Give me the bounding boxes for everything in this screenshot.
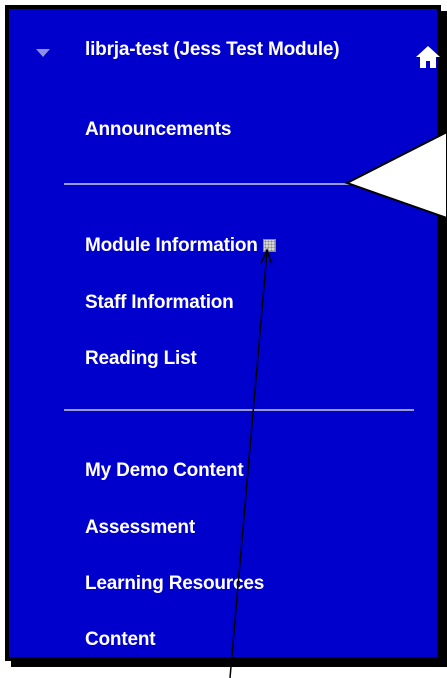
menu-item-learning-resources[interactable]: Learning Resources — [85, 572, 264, 596]
external-link-icon — [262, 239, 276, 252]
menu-item-label: Module Information — [85, 235, 258, 256]
menu-item-assessment[interactable]: Assessment — [85, 516, 195, 540]
menu-item-reading-list[interactable]: Reading List — [85, 347, 197, 371]
menu-item-staff-information[interactable]: Staff Information — [85, 291, 234, 315]
course-menu-panel: librja-test (Jess Test Module) Announcem… — [5, 5, 441, 661]
menu-item-announcements[interactable]: Announcements — [85, 118, 231, 142]
triangle-down-icon[interactable] — [36, 49, 50, 57]
divider — [64, 409, 414, 411]
menu-item-content[interactable]: Content — [85, 628, 156, 652]
home-icon[interactable] — [414, 43, 442, 71]
menu-item-module-information[interactable]: Module Information — [85, 234, 276, 258]
menu-heading-my-demo-content[interactable]: My Demo Content — [85, 459, 244, 483]
course-title[interactable]: librja-test (Jess Test Module) — [85, 38, 365, 62]
divider — [64, 183, 387, 185]
